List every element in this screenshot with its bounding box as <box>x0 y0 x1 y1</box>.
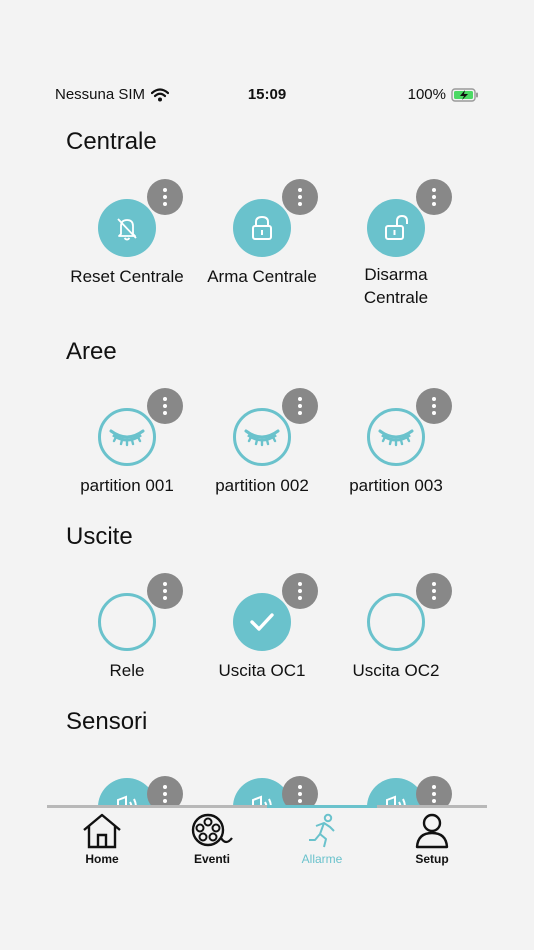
more-options-button[interactable] <box>147 179 183 215</box>
battery-charging-icon <box>451 87 478 102</box>
tab-eventi[interactable]: Eventi <box>157 812 267 866</box>
tile-partition-003[interactable]: partition 003 <box>326 388 466 497</box>
status-right: 100% <box>408 86 479 103</box>
tile-arma-centrale[interactable]: Arma Centrale <box>192 179 332 288</box>
more-options-button[interactable] <box>147 776 183 806</box>
more-options-button[interactable] <box>416 776 452 806</box>
tile-rele[interactable]: Rele <box>57 573 197 682</box>
tile-label: Arma Centrale <box>207 267 317 286</box>
tile-disarma-centrale[interactable]: Disarma Centrale <box>326 179 466 309</box>
tile-sensor[interactable] <box>326 776 466 806</box>
tab-allarme[interactable]: Allarme <box>267 812 377 866</box>
tile-sensor[interactable] <box>57 776 197 806</box>
film-reel-icon <box>191 813 233 847</box>
tile-label: Rele <box>109 661 145 680</box>
more-options-button[interactable] <box>147 573 183 609</box>
disarma-centrale-button[interactable] <box>367 199 425 257</box>
tile-label: partition 002 <box>215 476 309 495</box>
status-bar: Nessuna SIM 15:09 100% <box>0 86 534 108</box>
closed-eye-icon <box>378 429 414 447</box>
sensor-icon <box>117 795 137 806</box>
more-options-button[interactable] <box>282 388 318 424</box>
tile-reset-centrale[interactable]: Reset Centrale <box>57 179 197 288</box>
uscita-oc1-toggle[interactable] <box>233 593 291 651</box>
bell-off-icon <box>117 218 137 241</box>
more-options-button[interactable] <box>147 388 183 424</box>
more-options-button[interactable] <box>416 573 452 609</box>
tab-home[interactable]: Home <box>47 812 157 866</box>
uscita-oc2-toggle[interactable] <box>367 593 425 651</box>
tile-label: partition 001 <box>80 476 174 495</box>
more-options-button[interactable] <box>282 776 318 806</box>
section-title-uscite: Uscite <box>66 523 133 550</box>
sensor-icon <box>252 795 272 806</box>
closed-eye-icon <box>244 429 280 447</box>
partition-001-button[interactable] <box>98 408 156 466</box>
battery-percent: 100% <box>407 86 446 103</box>
check-icon <box>250 613 274 631</box>
more-options-button[interactable] <box>282 573 318 609</box>
home-icon <box>83 813 121 849</box>
section-title-aree: Aree <box>66 338 117 365</box>
tab-setup[interactable]: Setup <box>377 812 487 866</box>
unlock-icon <box>385 214 408 240</box>
active-tab-indicator <box>267 805 377 808</box>
rele-toggle[interactable] <box>98 593 156 651</box>
tile-partition-002[interactable]: partition 002 <box>192 388 332 497</box>
section-title-sensori: Sensori <box>66 708 148 735</box>
tile-label: Reset Centrale <box>70 267 184 286</box>
tab-label: Eventi <box>193 852 230 866</box>
tile-label: Uscita OC2 <box>352 661 440 680</box>
tab-bar: Home Eventi Allarme Setup <box>47 805 487 875</box>
lock-icon <box>252 215 272 240</box>
more-options-button[interactable] <box>282 179 318 215</box>
tab-label: Allarme <box>301 852 343 866</box>
closed-eye-icon <box>109 429 145 447</box>
more-options-button[interactable] <box>416 388 452 424</box>
sensori-row <box>0 760 534 806</box>
tile-label: Uscita OC1 <box>218 661 306 680</box>
tile-sensor[interactable] <box>192 776 332 806</box>
tile-uscita-oc1[interactable]: Uscita OC1 <box>192 573 332 682</box>
tile-label: Disarma Centrale <box>363 265 429 307</box>
arma-centrale-button[interactable] <box>233 199 291 257</box>
section-title-centrale: Centrale <box>66 128 157 155</box>
reset-centrale-button[interactable] <box>98 199 156 257</box>
tile-partition-001[interactable]: partition 001 <box>57 388 197 497</box>
tab-label: Setup <box>415 852 449 866</box>
tab-label: Home <box>85 852 119 866</box>
partition-002-button[interactable] <box>233 408 291 466</box>
sensor-icon <box>386 795 406 806</box>
partition-003-button[interactable] <box>367 408 425 466</box>
tile-uscita-oc2[interactable]: Uscita OC2 <box>326 573 466 682</box>
running-person-icon <box>309 813 335 848</box>
more-options-button[interactable] <box>416 179 452 215</box>
tile-label: partition 003 <box>349 476 443 495</box>
person-icon <box>415 813 449 849</box>
